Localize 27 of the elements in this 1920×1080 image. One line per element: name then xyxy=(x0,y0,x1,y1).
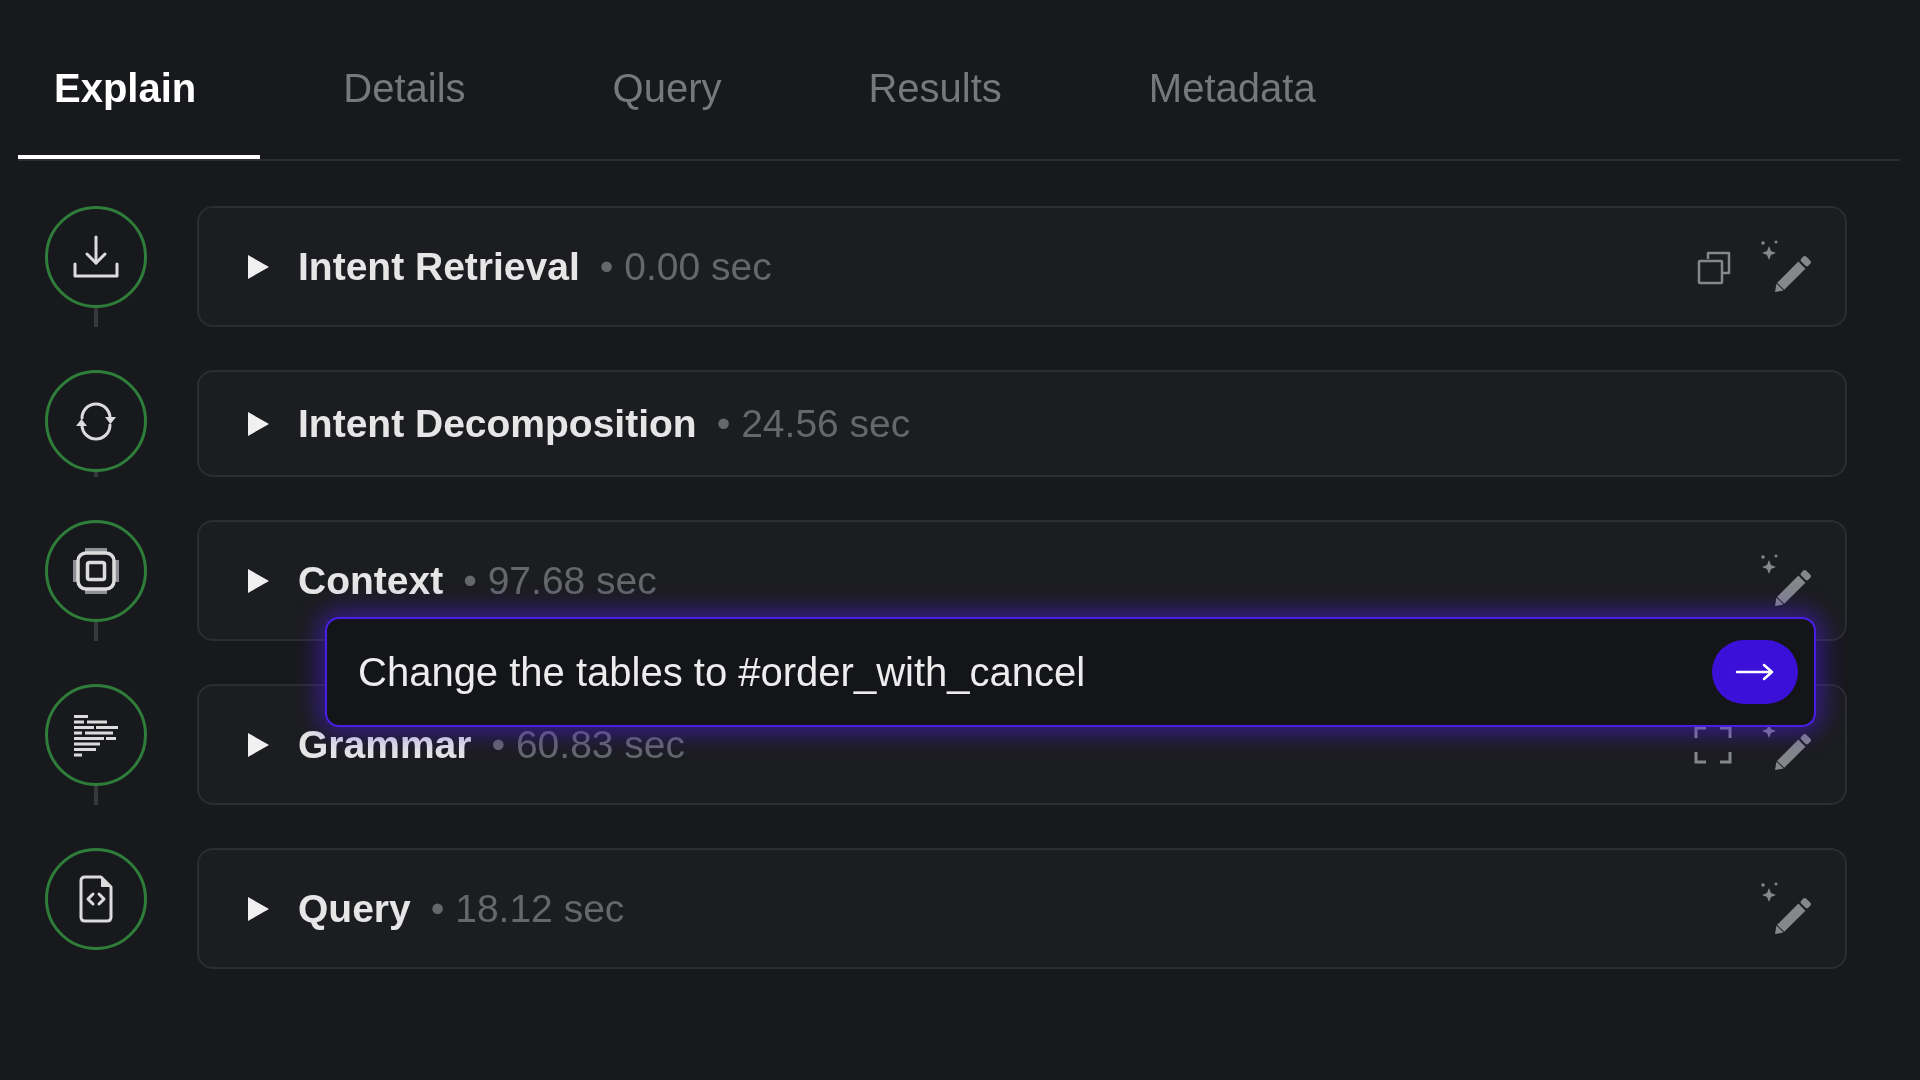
step-duration: • 97.68 sec xyxy=(463,557,657,604)
step-duration: • 24.56 sec xyxy=(716,400,911,447)
tab[interactable]: Query xyxy=(576,38,786,159)
step-duration: • 18.12 sec xyxy=(430,885,625,932)
tab[interactable]: Metadata xyxy=(1112,38,1380,159)
prompt-input[interactable]: Change the tables to #order_with_cancel xyxy=(358,644,1696,700)
prompt-popup[interactable]: Change the tables to #order_with_cancel xyxy=(325,617,1816,727)
step-title: Context xyxy=(298,557,444,604)
caret-right-icon[interactable] xyxy=(248,411,269,436)
caret-right-icon[interactable] xyxy=(248,568,269,593)
text-lines-icon xyxy=(45,684,147,786)
caret-right-icon[interactable] xyxy=(248,896,269,921)
expand-icon[interactable] xyxy=(1694,725,1732,764)
download-icon xyxy=(45,206,147,308)
step-title: Intent Decomposition xyxy=(298,400,697,447)
caret-right-icon[interactable] xyxy=(248,254,269,279)
arrow-right-icon xyxy=(1735,662,1775,682)
step-duration: • 0.00 sec xyxy=(599,243,772,290)
step-title: Intent Retrieval xyxy=(298,243,580,290)
caret-right-icon[interactable] xyxy=(248,732,269,757)
code-file-icon xyxy=(45,848,147,950)
refresh-icon xyxy=(45,370,147,472)
tab[interactable]: Explain xyxy=(18,38,261,159)
tab[interactable]: Results xyxy=(832,38,1066,159)
tab[interactable]: Details xyxy=(307,38,530,159)
step-title: Query xyxy=(298,885,411,932)
chip-icon xyxy=(45,520,147,622)
